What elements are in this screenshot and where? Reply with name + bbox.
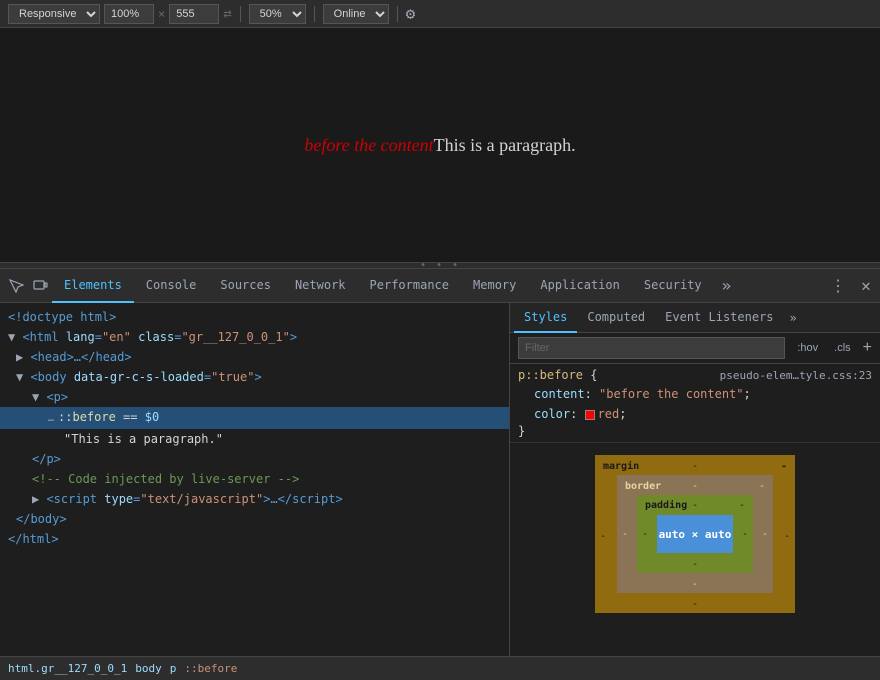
zoom-select[interactable]: 50% [249,4,306,24]
width-input[interactable] [104,4,154,24]
sub-tab-computed[interactable]: Computed [577,303,655,333]
svg-text:-: - [692,500,698,511]
css-selector: p::before { [518,368,597,382]
settings-icon[interactable]: ⚙ [406,4,416,23]
sep1 [240,6,241,22]
tab-network[interactable]: Network [283,269,358,303]
html-p-line[interactable]: ▼ <p> [0,387,509,407]
tab-security[interactable]: Security [632,269,714,303]
add-style-button[interactable]: + [863,339,872,357]
svg-text:-: - [762,529,768,540]
tab-elements[interactable]: Elements [52,269,134,303]
sep2 [314,6,315,22]
svg-text:-: - [692,599,698,610]
html-root-line[interactable]: ▼ <html lang="en" class="gr__127_0_0_1"> [0,327,509,347]
css-source[interactable]: pseudo-elem…tyle.css:23 [720,369,872,382]
sub-tab-bar: Styles Computed Event Listeners » [510,303,880,333]
box-model-diagram: margin - - - - - border - - [595,455,795,613]
sub-tab-event-listeners[interactable]: Event Listeners [655,303,783,333]
svg-text:-: - [784,531,790,542]
css-property-color: color: red; [518,404,872,424]
devtools-content: <!doctype html> ▼ <html lang="en" class=… [0,303,880,656]
preview-content: before the contentThis is a paragraph. [304,135,575,156]
html-before-line[interactable]: …::before == $0 [0,407,509,429]
tab-application[interactable]: Application [528,269,631,303]
svg-text:-: - [759,481,765,492]
html-head-line[interactable]: ▶ <head>…</head> [0,347,509,367]
html-doctype-line: <!doctype html> [0,307,509,327]
network-select[interactable]: Online [323,4,389,24]
filter-bar: :hov .cls + [510,333,880,364]
sep3 [397,6,398,22]
breadcrumb-item-html[interactable]: html.gr__127_0_0_1 [8,662,127,675]
svg-text:-: - [692,559,698,570]
box-model-section: margin - - - - - border - - [510,447,880,621]
html-comment-line: <!-- Code injected by live-server --> [0,469,509,489]
device-toolbar-icon[interactable] [28,274,52,298]
svg-text:-: - [739,500,745,511]
preview-area: before the contentThis is a paragraph. [0,28,880,263]
svg-text:-: - [692,579,698,590]
swap-icon[interactable]: ⇄ [223,6,231,22]
color-swatch[interactable] [585,410,595,420]
inspect-element-icon[interactable] [4,274,28,298]
svg-text:-: - [692,481,698,492]
devtools-panel: Elements Console Sources Network Perform… [0,269,880,680]
html-body-close-line: </body> [0,509,509,529]
main-paragraph-text: This is a paragraph. [434,135,576,155]
html-body-line[interactable]: ▼ <body data-gr-c-s-loaded="true"> [0,367,509,387]
html-script-line[interactable]: ▶ <script type="text/javascript">…</scri… [0,489,509,509]
svg-text:-: - [642,529,648,540]
css-close-brace: } [518,424,872,438]
top-toolbar: Responsive × ⇄ 50% Online ⚙ [0,0,880,28]
css-property-content: content: "before the content"; [518,384,872,404]
tab-memory[interactable]: Memory [461,269,528,303]
hov-button[interactable]: :hov [793,340,822,356]
devtools-close-button[interactable]: ✕ [852,272,880,300]
devtools-tab-bar: Elements Console Sources Network Perform… [0,269,880,303]
breadcrumb-item-body[interactable]: body [135,662,162,675]
elements-panel: <!doctype html> ▼ <html lang="en" class=… [0,303,510,656]
height-input[interactable] [169,4,219,24]
css-rule: p::before { pseudo-elem…tyle.css:23 cont… [510,364,880,443]
svg-text:padding: padding [645,499,687,511]
filter-input[interactable] [518,337,785,359]
before-pseudo-text: before the content [304,135,433,155]
html-text-line: "This is a paragraph." [0,429,509,449]
svg-text:margin: margin [603,460,639,472]
responsive-select[interactable]: Responsive [8,4,100,24]
cls-button[interactable]: .cls [830,340,855,356]
svg-text:-: - [692,461,698,472]
svg-text:-: - [742,529,748,540]
html-p-close-line: </p> [0,449,509,469]
html-root-close-line: </html> [0,529,509,549]
svg-text:-: - [781,461,787,472]
breadcrumb-item-before[interactable]: ::before [184,662,237,675]
devtools-menu-button[interactable]: ⋮ [824,272,852,300]
tab-console[interactable]: Console [134,269,209,303]
tab-sources[interactable]: Sources [208,269,283,303]
styles-panel: Styles Computed Event Listeners » :hov .… [510,303,880,656]
svg-text:-: - [600,531,606,542]
tab-performance[interactable]: Performance [358,269,461,303]
svg-text:auto × auto: auto × auto [659,528,732,541]
sub-tab-styles[interactable]: Styles [514,303,577,333]
breadcrumb-item-p[interactable]: p [170,662,177,675]
more-tabs-button[interactable]: » [714,276,740,295]
breadcrumb-bar: html.gr__127_0_0_1 body p ::before [0,656,880,680]
sub-tab-more[interactable]: » [784,311,803,325]
svg-text:-: - [622,529,628,540]
svg-text:border: border [625,481,661,492]
